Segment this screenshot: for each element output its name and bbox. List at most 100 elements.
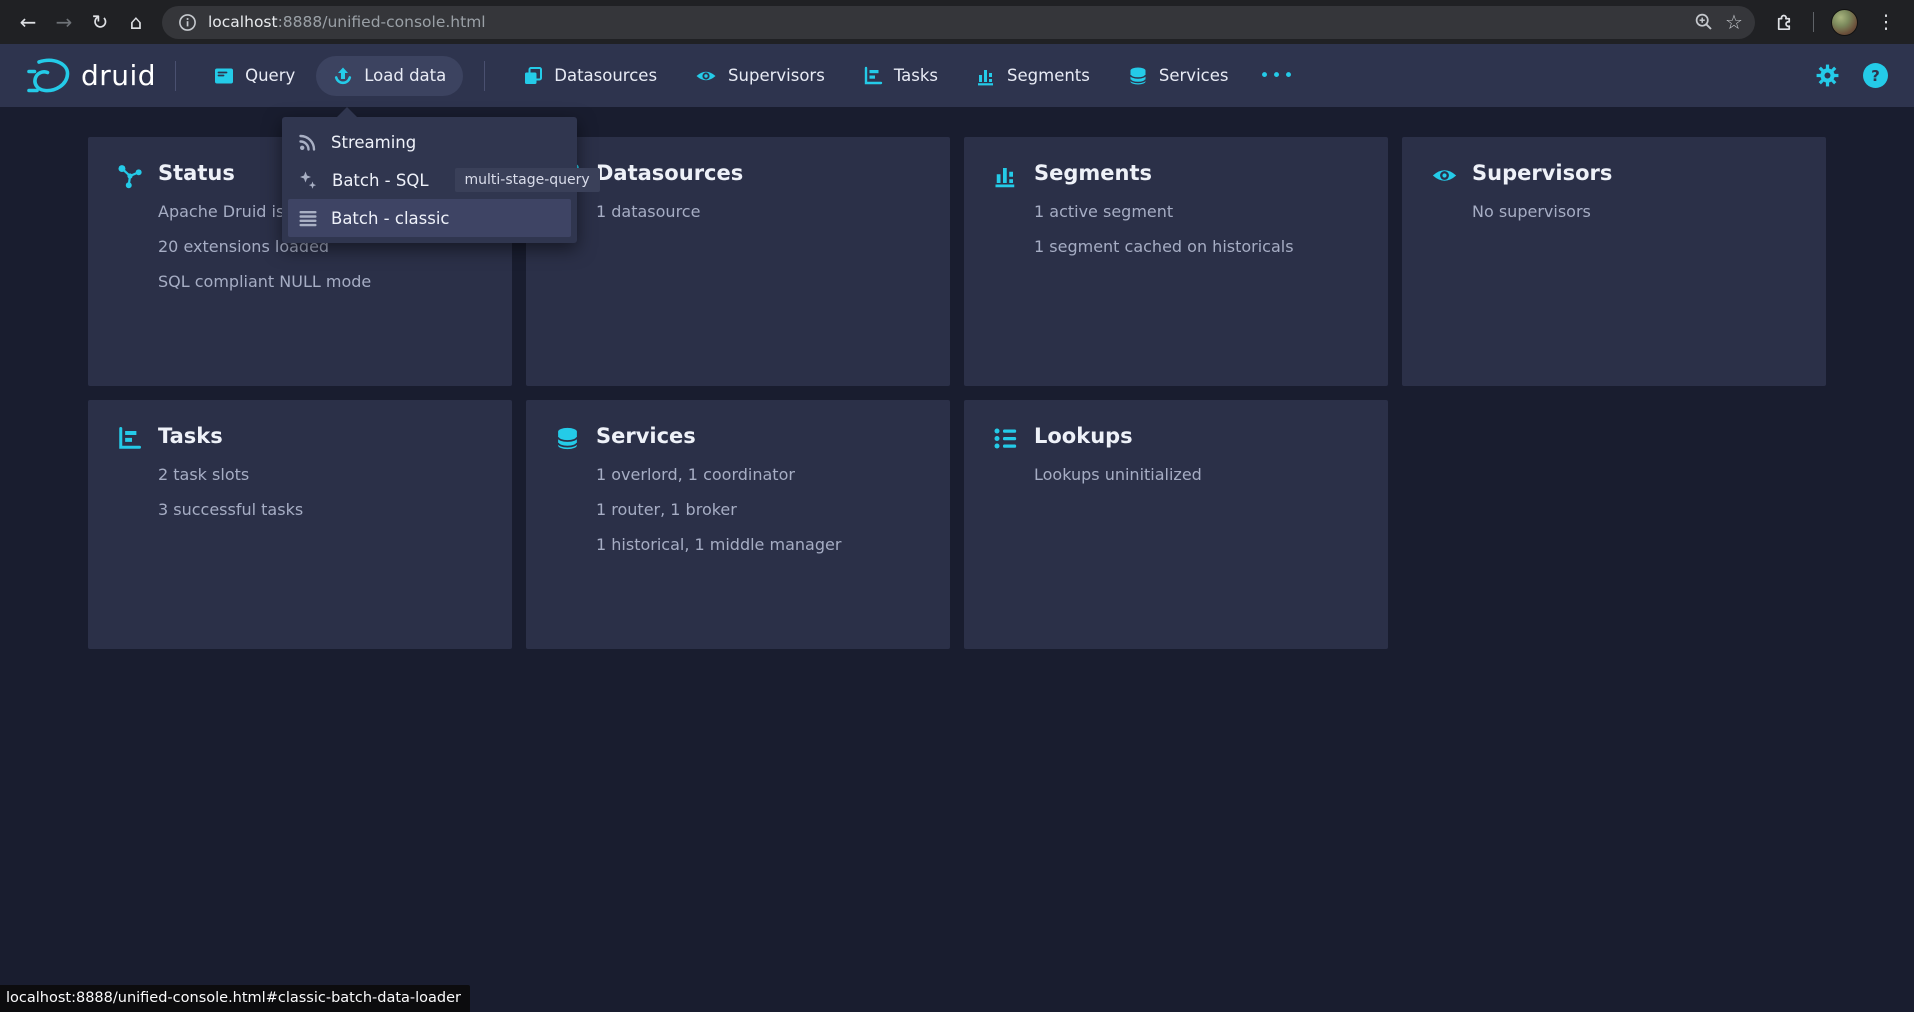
druid-logo[interactable]: druid <box>26 57 156 95</box>
help-button[interactable]: ? <box>1863 63 1888 88</box>
database-icon <box>555 426 580 455</box>
help-question-icon: ? <box>1871 67 1880 85</box>
browser-actions: ⋮ <box>1765 4 1904 40</box>
bookmark-button[interactable]: ☆ <box>1719 7 1749 37</box>
tasks-card[interactable]: Tasks 2 task slots 3 successful tasks <box>88 400 512 649</box>
brand-name: druid <box>81 59 156 92</box>
nav-item-label: Tasks <box>894 66 938 85</box>
forward-button[interactable]: → <box>46 4 82 40</box>
lookups-card[interactable]: Lookups Lookups uninitialized <box>964 400 1388 649</box>
toolbar-separator <box>1813 12 1814 32</box>
eye-icon <box>1431 163 1458 192</box>
nav-item-query[interactable]: Query <box>197 56 312 96</box>
lookups-line: Lookups uninitialized <box>1034 466 1368 484</box>
address-bar[interactable]: localhost:8888/unified-console.html ☆ <box>162 6 1755 39</box>
card-body: Lookups uninitialized <box>1034 466 1368 501</box>
segments-line: 1 active segment <box>1034 203 1368 221</box>
druid-header: druid Query Load data Datasources Superv… <box>0 44 1914 107</box>
refresh-icon: ↻ <box>92 10 109 34</box>
more-dots-icon: ••• <box>1259 66 1295 86</box>
zoom-icon <box>1694 12 1714 32</box>
home-icon: ⌂ <box>130 10 143 34</box>
list-lines-icon <box>298 208 318 228</box>
card-body: 2 task slots 3 successful tasks <box>158 466 492 536</box>
card-body: 1 datasource <box>596 203 930 238</box>
card-title: Lookups <box>1034 424 1133 448</box>
nav-item-label: Datasources <box>554 66 657 85</box>
card-title: Supervisors <box>1472 161 1612 185</box>
link-preview-statusbar: localhost:8888/unified-console.html#clas… <box>0 985 470 1012</box>
supervisors-line: No supervisors <box>1472 203 1806 221</box>
menu-item-label: Streaming <box>331 133 416 152</box>
card-body: 1 active segment 1 segment cached on his… <box>1034 203 1368 273</box>
nav-item-label: Query <box>245 66 295 85</box>
list-dots-icon <box>993 426 1018 455</box>
profile-button[interactable] <box>1826 4 1862 40</box>
nav-item-tasks[interactable]: Tasks <box>846 56 955 96</box>
extensions-button[interactable] <box>1765 4 1801 40</box>
datasources-line: 1 datasource <box>596 203 930 221</box>
browser-toolbar: ← → ↻ ⌂ localhost:8888/unified-console.h… <box>0 0 1914 44</box>
services-card[interactable]: Services 1 overlord, 1 coordinator 1 rou… <box>526 400 950 649</box>
layers-icon <box>523 66 543 86</box>
bookmark-star-icon: ☆ <box>1725 12 1743 32</box>
browser-menu-button[interactable]: ⋮ <box>1868 4 1904 40</box>
url-path: :8888/unified-console.html <box>278 13 486 31</box>
nav-item-label: Services <box>1159 66 1229 85</box>
bar-chart-icon <box>976 66 996 86</box>
menu-item-batch-classic[interactable]: Batch - classic <box>288 199 571 237</box>
gear-icon <box>1816 64 1839 87</box>
menu-item-batch-sql[interactable]: Batch - SQL multi-stage-query <box>288 161 571 199</box>
nav-item-label: Supervisors <box>728 66 825 85</box>
nav-item-supervisors[interactable]: Supervisors <box>678 56 842 96</box>
tasks-line: 2 task slots <box>158 466 492 484</box>
database-icon <box>1128 66 1148 86</box>
site-info-icon[interactable] <box>174 9 200 35</box>
feed-icon <box>298 132 318 152</box>
nav-item-label: Load data <box>364 66 446 85</box>
services-line: 1 router, 1 broker <box>596 501 930 519</box>
nav-item-load-data[interactable]: Load data <box>316 56 463 96</box>
segments-card[interactable]: Segments 1 active segment 1 segment cach… <box>964 137 1388 386</box>
url-host: localhost <box>208 13 278 31</box>
header-actions: ? <box>1816 63 1888 88</box>
card-body: 1 overlord, 1 coordinator 1 router, 1 br… <box>596 466 930 571</box>
menu-item-label: Batch - classic <box>331 209 450 228</box>
msq-badge: multi-stage-query <box>455 168 600 192</box>
tasks-line: 3 successful tasks <box>158 501 492 519</box>
services-line: 1 historical, 1 middle manager <box>596 536 930 554</box>
back-button[interactable]: ← <box>10 4 46 40</box>
refresh-button[interactable]: ↻ <box>82 4 118 40</box>
zoom-button[interactable] <box>1689 7 1719 37</box>
card-title: Status <box>158 161 235 185</box>
menu-caret <box>336 107 358 118</box>
nav-item-services[interactable]: Services <box>1111 56 1246 96</box>
gantt-icon <box>863 66 883 86</box>
nav-item-datasources[interactable]: Datasources <box>506 56 674 96</box>
menu-item-streaming[interactable]: Streaming <box>288 123 571 161</box>
menu-item-label: Batch - SQL <box>332 171 429 190</box>
gantt-icon <box>117 426 142 455</box>
profile-avatar <box>1831 9 1858 36</box>
card-title: Segments <box>1034 161 1152 185</box>
card-title: Datasources <box>596 161 743 185</box>
home-button[interactable]: ⌂ <box>118 4 154 40</box>
supervisors-card[interactable]: Supervisors No supervisors <box>1402 137 1826 386</box>
nav-divider <box>484 61 485 91</box>
url-text[interactable]: localhost:8888/unified-console.html <box>208 13 1689 31</box>
nav-more-button[interactable]: ••• <box>1247 56 1307 96</box>
forward-icon: → <box>56 10 73 34</box>
nav-item-segments[interactable]: Segments <box>959 56 1107 96</box>
extensions-puzzle-icon <box>1773 12 1794 33</box>
card-title: Tasks <box>158 424 223 448</box>
upload-icon <box>333 66 353 86</box>
console-icon <box>214 66 234 86</box>
nav-item-label: Segments <box>1007 66 1090 85</box>
eye-icon <box>695 66 717 86</box>
kebab-menu-icon: ⋮ <box>1877 11 1896 33</box>
load-data-menu: Streaming Batch - SQL multi-stage-query … <box>282 117 577 243</box>
services-line: 1 overlord, 1 coordinator <box>596 466 930 484</box>
settings-button[interactable] <box>1816 64 1839 87</box>
status-line: SQL compliant NULL mode <box>158 273 492 291</box>
nav-divider <box>175 61 176 91</box>
